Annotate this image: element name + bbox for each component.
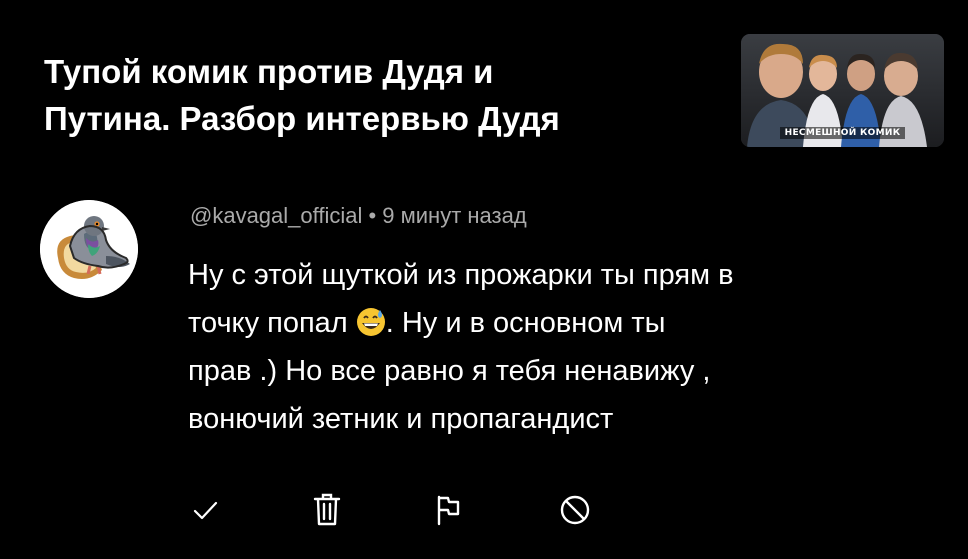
comment-line-2: точку попал . Ну и в основном ты [188, 299, 908, 347]
pigeon-avatar-icon [40, 200, 138, 298]
meta-separator: • [362, 203, 383, 228]
approve-button[interactable] [183, 488, 227, 532]
comment-meta: @kavagal_official • 9 минут назад [190, 203, 527, 229]
comment-line-4: вонючий зетник и пропагандист [188, 403, 614, 435]
video-title-line-2: Путина. Разбор интервью Дудя [44, 100, 560, 137]
video-title[interactable]: Тупой комик против Дудя и Путина. Разбор… [44, 48, 684, 142]
report-button[interactable] [426, 488, 470, 532]
comment-actions [0, 488, 968, 538]
flag-icon [437, 495, 460, 526]
comment-line-2-start: точку попал [188, 307, 348, 339]
grinning-sweat-emoji-icon [356, 308, 385, 336]
trash-icon [313, 493, 341, 526]
check-icon [193, 501, 218, 520]
video-thumbnail[interactable]: НЕСМЕШНОЙ КОМИК [741, 34, 944, 147]
comment-time: 9 минут назад [382, 203, 527, 228]
comment-line-3: прав .) Но все равно я тебя ненавижу , [188, 355, 711, 387]
video-title-line-1: Тупой комик против Дудя и [44, 53, 494, 90]
thumbnail-caption: НЕСМЕШНОЙ КОМИК [741, 127, 944, 139]
comment-author[interactable]: @kavagal_official [190, 203, 362, 228]
block-icon [560, 495, 590, 525]
delete-button[interactable] [305, 488, 349, 532]
comment-line-2-end: . Ну и в основном ты [385, 307, 666, 339]
comment-text: Ну с этой щуткой из прожарки ты прям в т… [188, 251, 908, 443]
comment-line-1: Ну с этой щуткой из прожарки ты прям в [188, 259, 734, 291]
avatar[interactable] [40, 200, 138, 298]
block-user-button[interactable] [553, 488, 597, 532]
